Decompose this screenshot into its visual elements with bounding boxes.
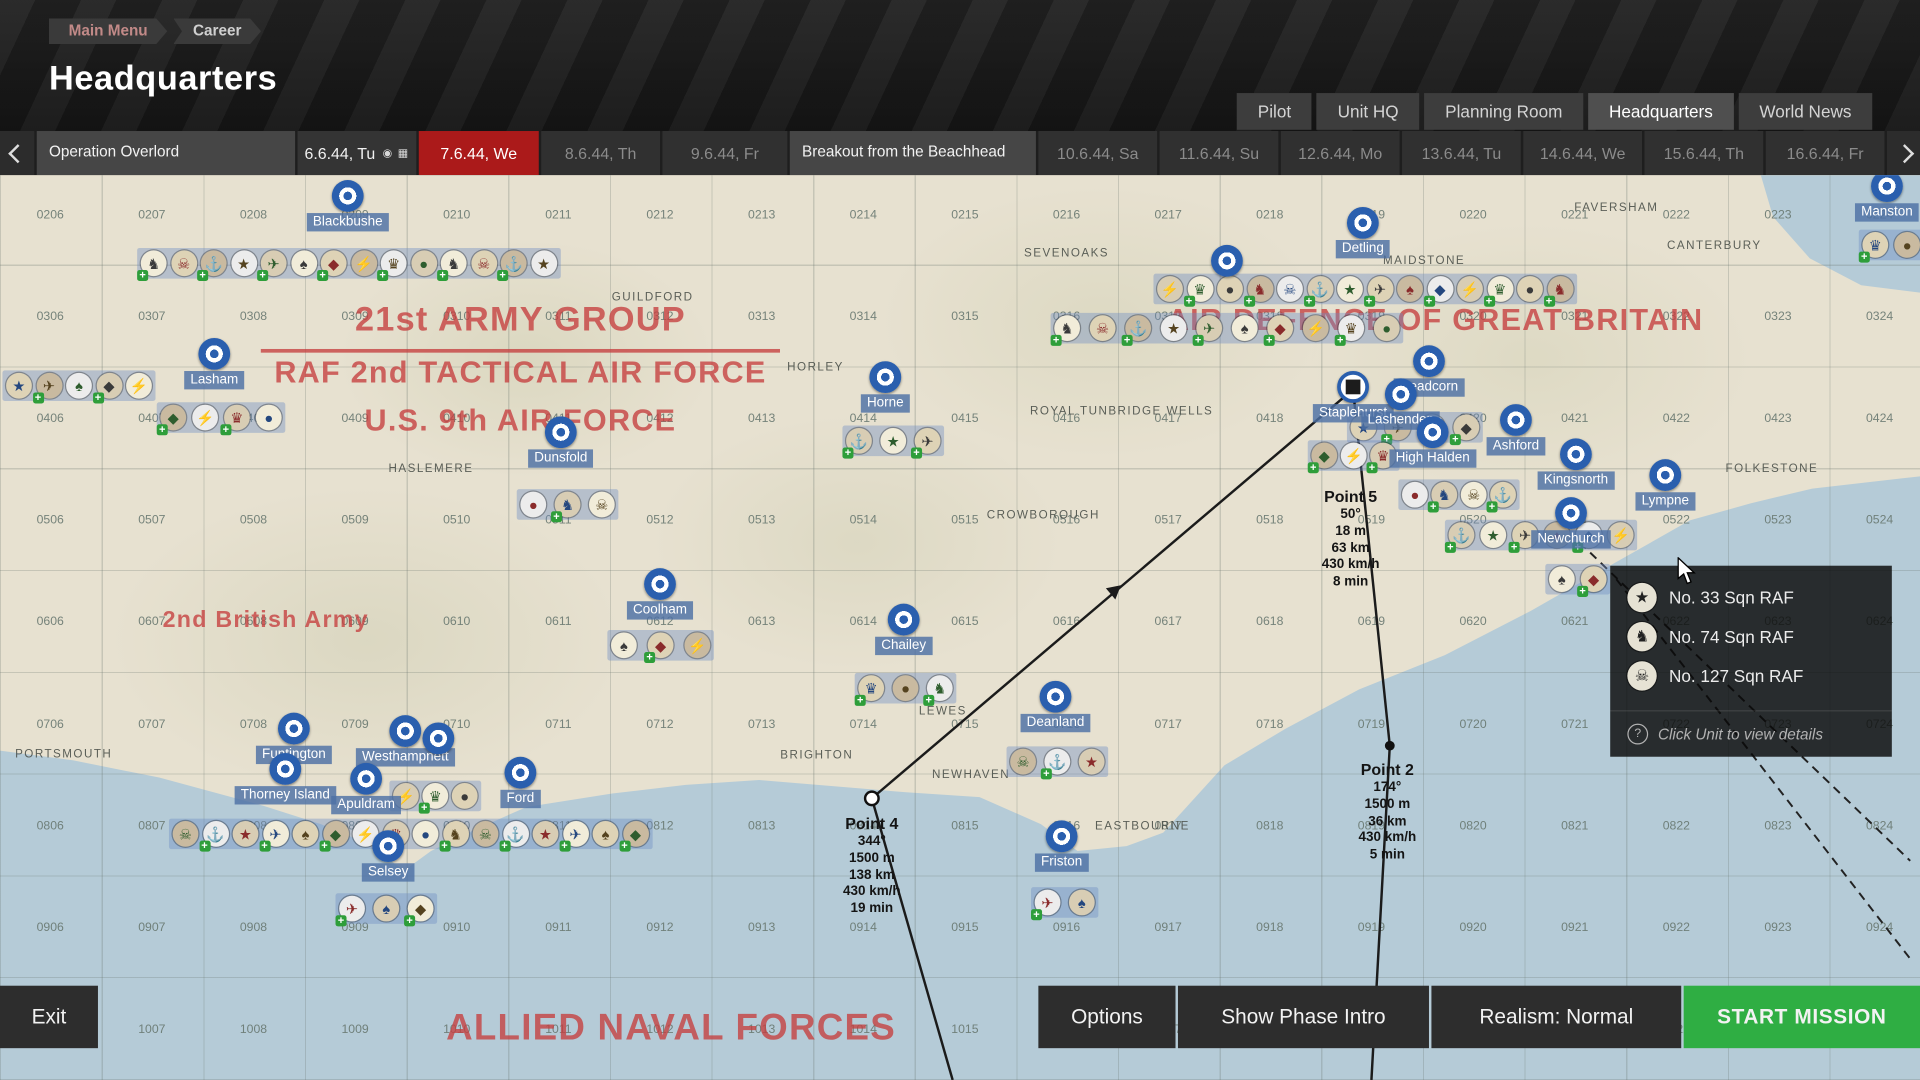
timeline-prev-button[interactable] xyxy=(0,131,34,175)
waypoint-info-point-4: Point 4 344°1500 m138 km430 km/h19 min xyxy=(843,814,901,918)
waypoint-marker-point-4[interactable] xyxy=(864,790,880,806)
timeline-date-12-6-44-mo[interactable]: 12.6.44, Mo xyxy=(1281,131,1400,175)
tab-unit-hq[interactable]: Unit HQ xyxy=(1317,93,1420,130)
timeline-date-6-6-44-tu[interactable]: 6.6.44, Tu◉ ▦ xyxy=(298,131,417,175)
chevron-right-icon xyxy=(1895,144,1914,163)
breadcrumb: Main MenuCareer xyxy=(49,18,261,44)
waypoint-title: Point 2 xyxy=(1359,760,1417,778)
timeline-date-15-6-44-th[interactable]: 15.6.44, Th xyxy=(1644,131,1763,175)
options-button[interactable]: Options xyxy=(1038,986,1175,1048)
help-icon: ? xyxy=(1627,724,1648,745)
timeline-date-13-6-44-tu[interactable]: 13.6.44, Tu xyxy=(1402,131,1521,175)
unit-tooltip-rows: ★No. 33 Sqn RAF ♞ No. 74 Sqn RAF ☠ No. 127 S… xyxy=(1610,578,1892,696)
timeline-date-16-6-44-fr[interactable]: 16.6.44, Fr xyxy=(1766,131,1885,175)
waypoint-title: Point 5 xyxy=(1322,487,1380,505)
waypoint-stat: 8 min xyxy=(1322,574,1380,591)
waypoint-stat: 174° xyxy=(1359,780,1417,797)
timeline-next-button[interactable] xyxy=(1887,131,1920,175)
unit-emblem-icon: ★ xyxy=(1627,583,1656,612)
chevron-left-icon xyxy=(8,144,27,163)
timeline-date-8-6-44-th[interactable]: 8.6.44, Th xyxy=(541,131,660,175)
waypoint-info-point-2: Point 2 174°1500 m36 km430 km/h5 min xyxy=(1359,760,1417,864)
waypoint-title: Point 4 xyxy=(843,814,901,832)
timeline-date-10-6-44-sa[interactable]: 10.6.44, Sa xyxy=(1038,131,1157,175)
unit-emblem-icon: ☠ xyxy=(1627,661,1656,690)
tooltip-hint-text: Click Unit to view details xyxy=(1658,726,1823,743)
waypoint-info-point-5: Point 5 50°18 m63 km430 km/h8 min xyxy=(1322,487,1380,591)
waypoint-stat: 50° xyxy=(1322,507,1380,524)
unit-name: No. 127 Sqn RAF xyxy=(1669,666,1803,686)
campaign-map[interactable]: 0206020702080209021002110212021302140215… xyxy=(0,175,1920,1080)
timeline-date-9-6-44-fr[interactable]: 9.6.44, Fr xyxy=(662,131,787,175)
headquarters-screen: Main MenuCareer Headquarters PilotUnit H… xyxy=(0,0,1920,1080)
waypoint-stat: 430 km/h xyxy=(843,884,901,901)
timeline-date-11-6-44-su[interactable]: 11.6.44, Su xyxy=(1160,131,1279,175)
waypoint-marker-point-2[interactable] xyxy=(1385,741,1395,751)
start-mission-button[interactable]: START MISSION xyxy=(1684,986,1920,1048)
show-phase-intro-button[interactable]: Show Phase Intro xyxy=(1178,986,1429,1048)
timeline-date-14-6-44-we[interactable]: 14.6.44, We xyxy=(1523,131,1642,175)
realism-button[interactable]: Realism: Normal xyxy=(1431,986,1681,1048)
exit-button[interactable]: Exit xyxy=(0,986,98,1048)
tab-pilot[interactable]: Pilot xyxy=(1237,93,1312,130)
unit-row-no-33-sqn-raf[interactable]: ★No. 33 Sqn RAF xyxy=(1610,578,1892,617)
top-header: Main MenuCareer Headquarters PilotUnit H… xyxy=(0,0,1920,131)
waypoint-stat: 430 km/h xyxy=(1322,557,1380,574)
waypoint-stat: 1500 m xyxy=(843,851,901,868)
tab-headquarters[interactable]: Headquarters xyxy=(1588,93,1734,130)
waypoint-stat: 63 km xyxy=(1322,541,1380,558)
tab-planning-room[interactable]: Planning Room xyxy=(1424,93,1583,130)
timeline-date-7-6-44-we[interactable]: 7.6.44, We xyxy=(419,131,539,175)
breadcrumb-item-main-menu[interactable]: Main Menu xyxy=(49,18,167,44)
page-title: Headquarters xyxy=(49,59,277,98)
waypoint-stat: 5 min xyxy=(1359,847,1417,864)
mouse-cursor-icon xyxy=(1678,557,1698,591)
nav-tabs: PilotUnit HQPlanning RoomHeadquartersWor… xyxy=(1237,93,1872,130)
unit-row-no-127-sqn-raf[interactable]: ☠ No. 127 Sqn RAF xyxy=(1610,656,1892,695)
waypoint-stat: 138 km xyxy=(843,868,901,885)
breadcrumb-item-career[interactable]: Career xyxy=(173,18,261,44)
unit-row-no-74-sqn-raf[interactable]: ♞ No. 74 Sqn RAF xyxy=(1610,617,1892,656)
waypoint-stat: 1500 m xyxy=(1359,797,1417,814)
waypoint-stat: 36 km xyxy=(1359,814,1417,831)
unit-tooltip-footer: ? Click Unit to view details xyxy=(1610,710,1892,744)
waypoint-stat: 19 min xyxy=(843,901,901,918)
unit-emblem-icon: ♞ xyxy=(1627,622,1656,651)
waypoint-stat: 18 m xyxy=(1322,524,1380,541)
waypoint-stat: 430 km/h xyxy=(1359,831,1417,848)
timeline-phase-operation-overlord[interactable]: Operation Overlord xyxy=(37,131,295,175)
unit-name: No. 74 Sqn RAF xyxy=(1669,627,1794,647)
tab-world-news[interactable]: World News xyxy=(1739,93,1873,130)
timeline-phase-breakout-from-the-beachhead[interactable]: Breakout from the Beachhead xyxy=(790,131,1036,175)
timeline: Operation Overlord6.6.44, Tu◉ ▦7.6.44, W… xyxy=(0,131,1920,175)
waypoint-stat: 344° xyxy=(843,834,901,851)
date-status-icons: ◉ ▦ xyxy=(383,146,410,159)
unit-tooltip: ★No. 33 Sqn RAF ♞ No. 74 Sqn RAF ☠ No. 127 S… xyxy=(1610,566,1892,757)
